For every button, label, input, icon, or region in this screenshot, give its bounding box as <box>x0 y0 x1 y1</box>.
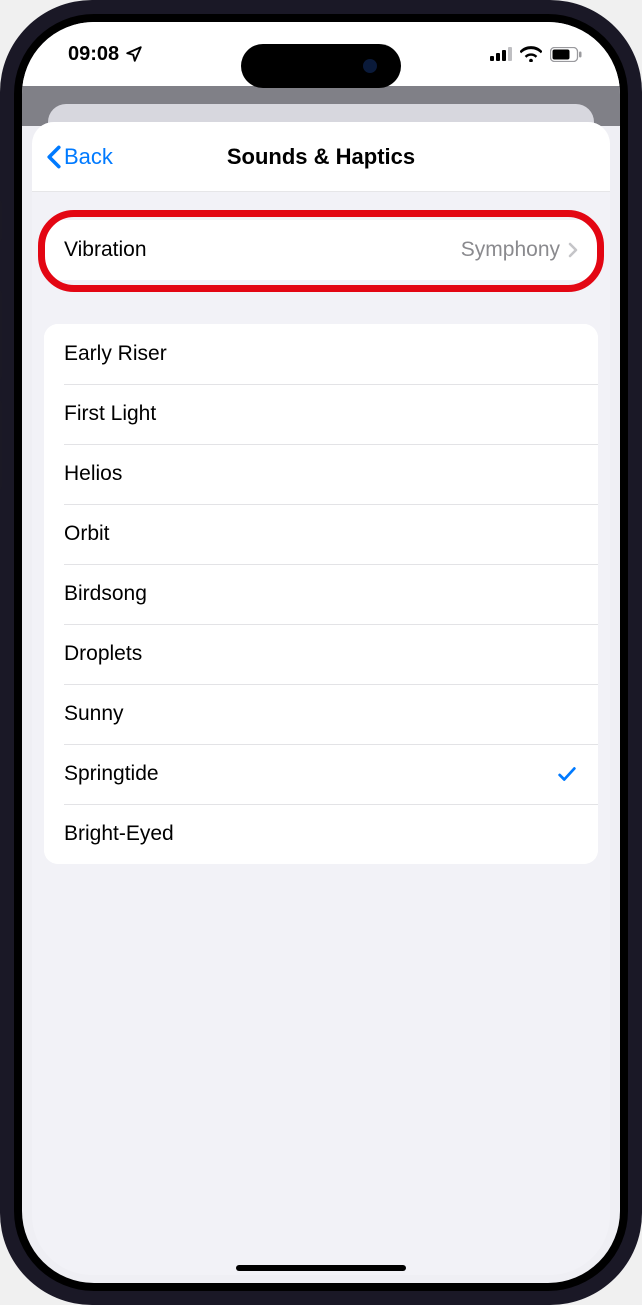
navigation-bar: Back Sounds & Haptics <box>32 122 610 192</box>
iphone-device-frame: 09:08 Back Sounds & Haptics <box>0 0 642 1305</box>
sound-option-label: Sunny <box>64 702 124 726</box>
vibration-label: Vibration <box>64 238 147 262</box>
home-indicator[interactable] <box>236 1265 406 1271</box>
sound-option-label: Droplets <box>64 642 142 666</box>
sound-option-label: First Light <box>64 402 156 426</box>
sound-option-row[interactable]: First Light <box>44 384 598 444</box>
chevron-right-icon <box>568 242 578 258</box>
settings-sheet: Back Sounds & Haptics Vibration Symphony <box>32 122 610 1275</box>
sound-option-label: Birdsong <box>64 582 147 606</box>
silence-switch <box>0 200 2 242</box>
back-button[interactable]: Back <box>46 122 113 191</box>
status-time: 09:08 <box>68 43 119 66</box>
checkmark-icon <box>556 763 578 785</box>
sound-option-row[interactable]: Sunny <box>44 684 598 744</box>
sound-option-label: Springtide <box>64 762 159 786</box>
screen: 09:08 Back Sounds & Haptics <box>22 22 620 1283</box>
volume-up-button <box>0 290 2 380</box>
sound-option-row[interactable]: Orbit <box>44 504 598 564</box>
vibration-value: Symphony <box>461 238 560 262</box>
wifi-icon <box>520 46 542 62</box>
volume-down-button <box>0 400 2 490</box>
cellular-icon <box>490 47 512 61</box>
page-title: Sounds & Haptics <box>227 144 415 170</box>
dynamic-island <box>241 44 401 88</box>
sound-option-row[interactable]: Helios <box>44 444 598 504</box>
sound-option-label: Helios <box>64 462 122 486</box>
sound-option-row[interactable]: Droplets <box>44 624 598 684</box>
sound-option-row[interactable]: Bright-Eyed <box>44 804 598 864</box>
sound-option-row[interactable]: Birdsong <box>44 564 598 624</box>
sound-option-row[interactable]: Early Riser <box>44 324 598 384</box>
sound-option-label: Orbit <box>64 522 110 546</box>
vibration-row[interactable]: Vibration Symphony <box>44 220 598 280</box>
sound-options-group: Early Riser First Light Helios Orbit Birdson… <box>44 324 598 864</box>
back-label: Back <box>64 144 113 170</box>
battery-icon <box>550 47 582 62</box>
location-icon <box>125 45 143 63</box>
vibration-group: Vibration Symphony <box>44 220 598 280</box>
chevron-left-icon <box>46 145 62 169</box>
sound-option-row[interactable]: Springtide <box>44 744 598 804</box>
sound-option-label: Bright-Eyed <box>64 822 174 846</box>
sound-option-label: Early Riser <box>64 342 167 366</box>
